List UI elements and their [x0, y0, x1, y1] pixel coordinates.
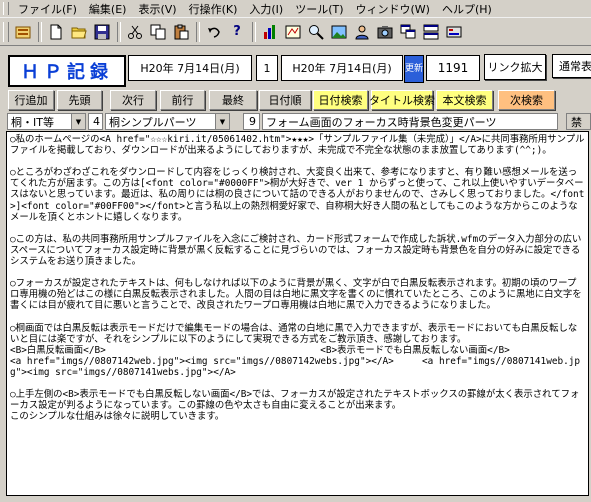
menu-help[interactable]: ヘルプ(H) [437, 1, 499, 17]
normal-view-button[interactable]: 通常表 [552, 54, 591, 78]
update-button[interactable]: 更新 [404, 55, 424, 83]
user-icon[interactable] [351, 21, 373, 43]
chevron-down-icon[interactable]: ▼ [71, 114, 85, 129]
settings-icon[interactable] [443, 21, 465, 43]
record-count: 1191 [426, 55, 480, 81]
prev-row-button[interactable]: 前行 [160, 90, 205, 110]
day-number-field[interactable]: 1 [256, 55, 278, 81]
cut-icon[interactable] [124, 21, 146, 43]
body-text-editor[interactable]: ○私のホームページの<A href="☆☆☆kiri.it/05061402.h… [6, 131, 589, 496]
first-button[interactable]: 先頭 [57, 90, 102, 110]
subcategory-select[interactable]: 桐シンプルパーツ ▼ [105, 113, 230, 130]
open-folder-icon[interactable] [68, 21, 90, 43]
last-button[interactable]: 最終 [209, 90, 257, 110]
menu-file[interactable]: ファイル(F) [13, 1, 84, 17]
next-search-button[interactable]: 次検索 [498, 90, 555, 110]
menu-row-ops[interactable]: 行操作(K) [184, 1, 245, 17]
menu-bar: ファイル(F) 編集(E) 表示(V) 行操作(K) 入力(I) ツール(T) … [0, 0, 591, 18]
toolbar-separator [38, 21, 42, 42]
next-row-button[interactable]: 次行 [110, 90, 156, 110]
app-icon[interactable] [12, 21, 34, 43]
toolbar-separator [117, 21, 121, 42]
page-title: ＨＰ記録 [8, 55, 126, 87]
forbid-button[interactable]: 禁 [566, 113, 591, 130]
image-icon[interactable] [328, 21, 350, 43]
field-row: 桐・IT等 ▼ 4 桐シンプルパーツ ▼ 9 フォーム画面のフォーカス時背景色変… [0, 113, 591, 132]
paste-icon[interactable] [170, 21, 192, 43]
tile-windows-icon[interactable] [420, 21, 442, 43]
help-icon[interactable]: ? [226, 21, 248, 43]
subcategory-value: 桐シンプルパーツ [109, 115, 197, 129]
undo-icon[interactable] [203, 21, 225, 43]
date-end-field[interactable]: H20年 7月14日(月) [281, 55, 403, 81]
menu-edit[interactable]: 編集(E) [84, 1, 134, 17]
link-expand-button[interactable]: リンク拡大 [484, 54, 546, 80]
date-order-button[interactable]: 日付順 [259, 90, 311, 110]
photo-icon[interactable] [374, 21, 396, 43]
date-search-button[interactable]: 日付検索 [313, 90, 368, 110]
menu-input[interactable]: 入力(I) [244, 1, 290, 17]
body-search-button[interactable]: 本文検索 [436, 90, 493, 110]
toolbar-separator [196, 21, 200, 42]
title-field[interactable]: フォーム画面のフォーカス時背景色変更パーツ [262, 113, 558, 130]
menu-tools[interactable]: ツール(T) [290, 1, 350, 17]
header-row: ＨＰ記録 H20年 7月14日(月) 1 H20年 7月14日(月) 更新 11… [0, 50, 591, 88]
add-row-button[interactable]: 行追加 [8, 90, 54, 110]
copy-icon[interactable] [147, 21, 169, 43]
category-value: 桐・IT等 [11, 115, 54, 129]
tools-icon[interactable] [282, 21, 304, 43]
title-number[interactable]: 9 [243, 113, 260, 130]
title-search-button[interactable]: タイトル検索 [369, 90, 435, 110]
new-file-icon[interactable] [45, 21, 67, 43]
zoom-icon[interactable] [305, 21, 327, 43]
menu-view[interactable]: 表示(V) [133, 1, 183, 17]
toolbar-grip[interactable] [3, 21, 9, 42]
category-select[interactable]: 桐・IT等 ▼ [7, 113, 86, 130]
subcategory-number[interactable]: 4 [88, 113, 103, 130]
bar-chart-icon[interactable] [259, 21, 281, 43]
menu-window[interactable]: ウィンドウ(W) [351, 1, 437, 17]
body-text[interactable]: ○私のホームページの<A href="☆☆☆kiri.it/05061402.h… [7, 132, 588, 424]
date-start-field[interactable]: H20年 7月14日(月) [128, 55, 252, 81]
cascade-windows-icon[interactable] [397, 21, 419, 43]
menu-grip[interactable] [3, 2, 9, 15]
toolbar-separator [252, 21, 256, 42]
nav-button-row: 行追加 先頭 次行 前行 最終 日付順 日付検索 タイトル検索 本文検索 次検索 [0, 90, 591, 111]
save-icon[interactable] [91, 21, 113, 43]
chevron-down-icon[interactable]: ▼ [215, 114, 229, 129]
toolbar: ? [0, 18, 591, 46]
